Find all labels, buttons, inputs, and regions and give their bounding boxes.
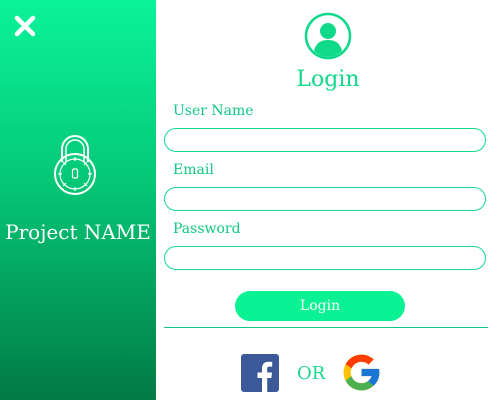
or-separator: OR [297, 363, 326, 384]
sidebar: Project NAME [0, 0, 156, 400]
google-icon[interactable] [340, 351, 383, 394]
project-name: Project NAME [5, 220, 151, 244]
email-input[interactable] [164, 187, 486, 211]
divider [164, 327, 488, 328]
facebook-icon[interactable] [241, 354, 279, 392]
user-avatar-icon [304, 12, 352, 60]
password-input[interactable] [164, 246, 486, 270]
login-window: Project NAME Login User Name Email Passw… [0, 0, 500, 400]
close-icon[interactable] [14, 15, 36, 37]
lock-icon [54, 135, 96, 195]
username-label: User Name [173, 103, 254, 119]
password-label: Password [173, 221, 241, 237]
login-button[interactable]: Login [235, 291, 405, 321]
username-input[interactable] [164, 128, 486, 152]
email-label: Email [173, 162, 214, 178]
login-title: Login [296, 67, 360, 92]
login-form: Login User Name Email Password Login OR [156, 0, 500, 400]
